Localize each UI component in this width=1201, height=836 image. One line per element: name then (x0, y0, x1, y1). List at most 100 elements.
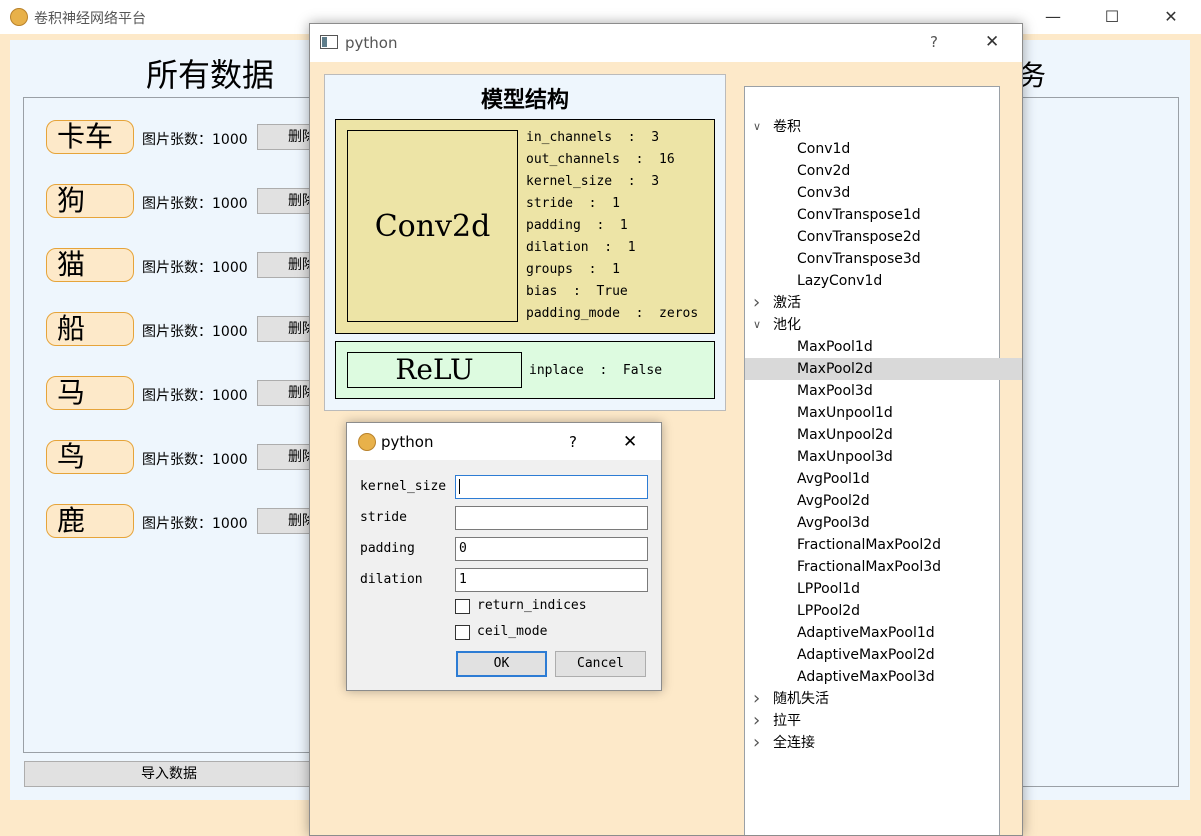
tree-category[interactable]: › 随机失活 (745, 688, 1022, 710)
delete-button[interactable]: 删除 (257, 380, 313, 406)
chevron-right-icon[interactable]: › (753, 732, 765, 754)
delete-button[interactable]: 删除 (257, 252, 313, 278)
tree-label: AvgPool3d (797, 515, 870, 531)
help-button[interactable]: ? (930, 33, 938, 51)
tree-label: AvgPool2d (797, 493, 870, 509)
padding-input[interactable]: 0 (455, 537, 648, 561)
tree-item[interactable]: MaxPool2d (745, 358, 1022, 380)
right-panel (1015, 97, 1179, 787)
tree-item[interactable]: AdaptiveMaxPool2d (745, 644, 1022, 666)
import-data-button[interactable]: 导入数据 (24, 761, 314, 787)
tree-item[interactable]: MaxUnpool1d (745, 402, 1022, 424)
tree-label: 卷积 (773, 119, 801, 135)
tree-label: AdaptiveMaxPool1d (797, 625, 935, 641)
maximize-button[interactable]: ☐ (1089, 4, 1135, 30)
conv-param: stride : 1 (526, 196, 620, 211)
delete-button[interactable]: 删除 (257, 124, 313, 150)
chevron-right-icon[interactable]: › (753, 710, 765, 732)
tree-item[interactable]: ConvTranspose3d (745, 248, 1022, 270)
tree-item[interactable]: Conv2d (745, 160, 1022, 182)
class-label[interactable]: 猫 (46, 248, 134, 282)
kernel-size-input[interactable] (455, 475, 648, 499)
tree-item[interactable]: LPPool2d (745, 600, 1022, 622)
tree-item[interactable]: FractionalMaxPool2d (745, 534, 1022, 556)
image-count-label: 图片张数：1000 (142, 132, 248, 148)
tree-item[interactable]: MaxPool3d (745, 380, 1022, 402)
dialog-close-button[interactable]: ✕ (623, 432, 637, 452)
dialog-doge-icon (358, 433, 376, 451)
delete-button[interactable]: 删除 (257, 508, 313, 534)
dialog-help-button[interactable]: ? (569, 433, 577, 451)
tree-label: Conv3d (797, 185, 851, 201)
minimize-button[interactable]: — (1030, 4, 1076, 30)
tree-label: AvgPool1d (797, 471, 870, 487)
chevron-down-icon[interactable]: ∨ (753, 116, 765, 138)
close-button[interactable]: ✕ (1148, 4, 1194, 30)
tree-label: LazyConv1d (797, 273, 883, 289)
tree-item[interactable]: FractionalMaxPool3d (745, 556, 1022, 578)
tree-item[interactable]: AdaptiveMaxPool1d (745, 622, 1022, 644)
tree-item[interactable]: AdaptiveMaxPool3d (745, 666, 1022, 688)
tree-category[interactable]: › 激活 (745, 292, 1022, 314)
tree-item[interactable]: MaxUnpool3d (745, 446, 1022, 468)
relu-layer-name: ReLU (347, 352, 522, 388)
tree-item[interactable]: MaxUnpool2d (745, 424, 1022, 446)
tree-item[interactable]: AvgPool3d (745, 512, 1022, 534)
tree-category[interactable]: ∨ 池化 (745, 314, 1022, 336)
tree-category[interactable]: › 拉平 (745, 710, 1022, 732)
conv-param: padding_mode : zeros (526, 306, 699, 321)
all-data-title: 所有数据 (145, 56, 274, 94)
cancel-button[interactable]: Cancel (555, 651, 646, 677)
app-doge-icon (10, 8, 28, 26)
chevron-right-icon[interactable]: › (753, 688, 765, 710)
class-label[interactable]: 马 (46, 376, 134, 410)
conv-param: in_channels : 3 (526, 130, 660, 145)
tree-item[interactable]: AvgPool1d (745, 468, 1022, 490)
tree-label: 全连接 (773, 735, 815, 751)
field-label: kernel_size (360, 479, 447, 494)
tree-item[interactable]: Conv1d (745, 138, 1022, 160)
chevron-down-icon[interactable]: ∨ (753, 314, 765, 336)
tree-item[interactable]: LPPool1d (745, 578, 1022, 600)
tree-category[interactable]: › 全连接 (745, 732, 1022, 754)
delete-button[interactable]: 删除 (257, 444, 313, 470)
tree-label: FractionalMaxPool2d (797, 537, 942, 553)
stride-input[interactable] (455, 506, 648, 530)
checkbox-label: return_indices (477, 598, 587, 613)
tree-item[interactable]: AvgPool2d (745, 490, 1022, 512)
class-label[interactable]: 鹿 (46, 504, 134, 538)
delete-button[interactable]: 删除 (257, 188, 313, 214)
tree-item[interactable]: LazyConv1d (745, 270, 1022, 292)
tree-item[interactable]: ConvTranspose1d (745, 204, 1022, 226)
return-indices-checkbox[interactable] (455, 599, 470, 614)
tree-item[interactable]: MaxPool1d (745, 336, 1022, 358)
conv-param: kernel_size : 3 (526, 174, 660, 189)
image-count-label: 图片张数：1000 (142, 516, 248, 532)
tree-label: Conv1d (797, 141, 851, 157)
tree-category[interactable]: ∨ 卷积 (745, 116, 1022, 138)
class-label[interactable]: 鸟 (46, 440, 134, 474)
delete-button[interactable]: 删除 (257, 316, 313, 342)
tree-item[interactable]: ConvTranspose2d (745, 226, 1022, 248)
image-count-label: 图片张数：1000 (142, 260, 248, 276)
tree-label: 拉平 (773, 713, 801, 729)
tree-label: MaxPool1d (797, 339, 873, 355)
dialog-title: python (381, 433, 434, 451)
conv-param: groups : 1 (526, 262, 620, 277)
image-count-label: 图片张数：1000 (142, 452, 248, 468)
class-label[interactable]: 狗 (46, 184, 134, 218)
maxpool-params-dialog: python ? ✕ kernel_size stride padding 0 dila… (346, 422, 662, 691)
tree-label: 随机失活 (773, 691, 829, 707)
model-titlebar (310, 24, 1022, 62)
tree-label: MaxPool3d (797, 383, 873, 399)
chevron-right-icon[interactable]: › (753, 292, 765, 314)
class-label[interactable]: 卡车 (46, 120, 134, 154)
ok-button[interactable]: OK (456, 651, 547, 677)
conv-param: padding : 1 (526, 218, 628, 233)
layer-tree-panel[interactable]: ∨ 卷积 Conv1d Conv2d Conv3d ConvTranspose1d Conv… (744, 86, 1022, 835)
dilation-input[interactable]: 1 (455, 568, 648, 592)
tree-item[interactable]: Conv3d (745, 182, 1022, 204)
class-label[interactable]: 船 (46, 312, 134, 346)
model-close-button[interactable]: ✕ (985, 32, 999, 52)
ceil-mode-checkbox[interactable] (455, 625, 470, 640)
